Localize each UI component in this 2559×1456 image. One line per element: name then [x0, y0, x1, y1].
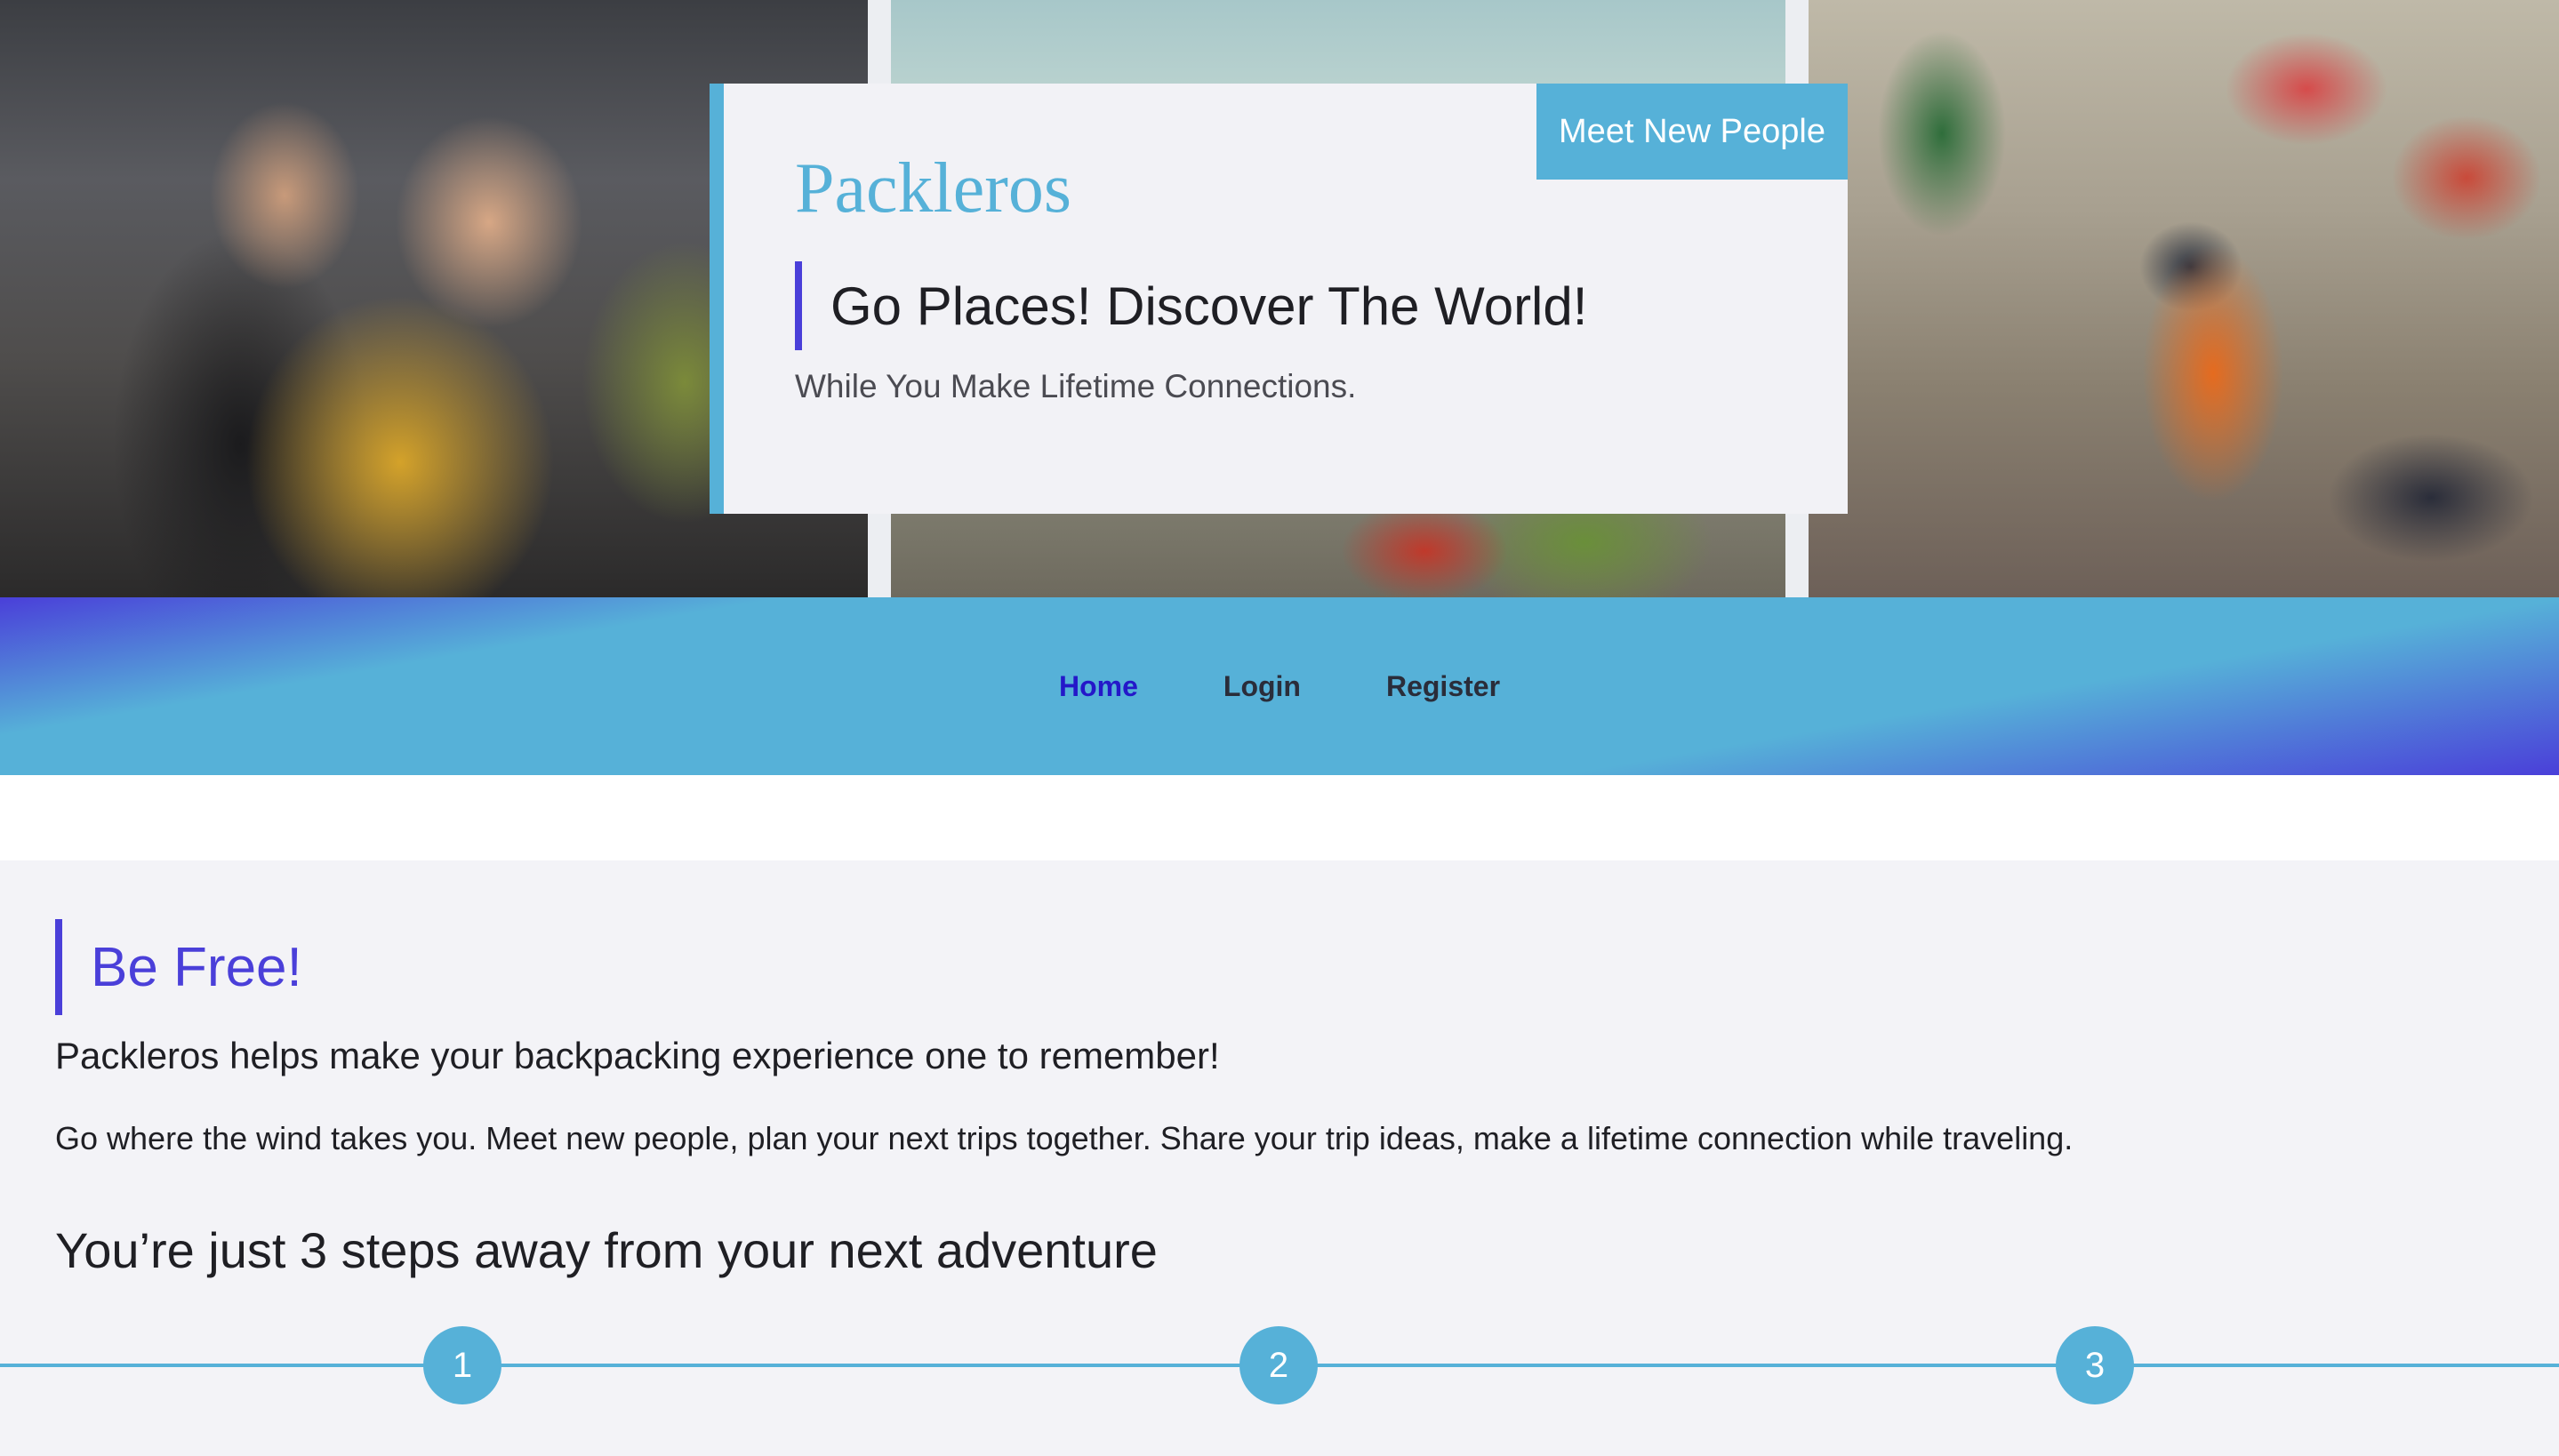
hero-card: Meet New People Packleros Go Places! Dis… — [710, 84, 1848, 514]
step-3-marker: 3 — [2056, 1326, 2134, 1404]
section-spacer — [0, 775, 2559, 860]
hero-subtagline: While You Make Lifetime Connections. — [795, 368, 1357, 404]
section-title: Be Free! — [55, 919, 302, 1015]
step-2-marker: 2 — [1239, 1326, 1318, 1404]
hero-banner: Meet New People Packleros Go Places! Dis… — [0, 0, 2559, 597]
step-1-marker: 1 — [423, 1326, 501, 1404]
main-content: Be Free! Packleros helps make your backp… — [0, 860, 2559, 1456]
nav-register-link[interactable]: Register — [1386, 670, 1500, 703]
nav-home-link[interactable]: Home — [1059, 670, 1138, 703]
main-navigation: Home Login Register — [0, 597, 2559, 775]
hero-photo-street — [1809, 0, 2559, 597]
hero-tagline: Go Places! Discover The World! — [795, 261, 1587, 350]
brand-logo-text: Packleros — [795, 149, 1072, 228]
nav-login-link[interactable]: Login — [1223, 670, 1301, 703]
body-text: Go where the wind takes you. Meet new pe… — [55, 1120, 2074, 1156]
meet-new-people-badge[interactable]: Meet New People — [1536, 84, 1848, 180]
steps-heading: You’re just 3 steps away from your next … — [55, 1222, 1158, 1278]
lead-text: Packleros helps make your backpacking ex… — [55, 1035, 1220, 1076]
